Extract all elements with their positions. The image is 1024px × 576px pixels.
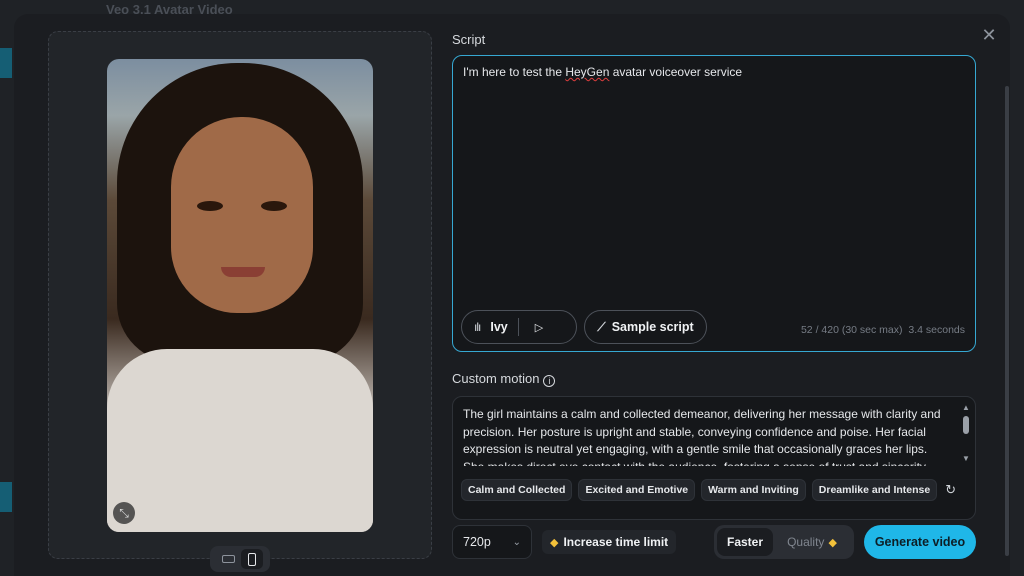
- waveform-icon: ılı: [474, 320, 481, 334]
- modal-scrollbar[interactable]: [1005, 86, 1009, 556]
- quality-label: Quality: [787, 535, 825, 549]
- divider: [517, 318, 519, 336]
- landscape-ratio-button[interactable]: [217, 549, 239, 569]
- misspelled-word: HeyGen: [565, 65, 610, 79]
- chevron-down-icon: ⌄: [512, 536, 521, 548]
- info-icon[interactable]: i: [543, 375, 556, 387]
- diamond-icon: ◆: [828, 536, 837, 549]
- sample-script-label: Sample script: [611, 320, 694, 334]
- script-label: Script: [452, 32, 486, 47]
- face-shape: [171, 117, 313, 313]
- increase-time-limit-label: Increase time limit: [563, 535, 669, 549]
- voice-name: Ivy: [490, 320, 508, 334]
- sample-script-button[interactable]: ⟋ Sample script: [584, 310, 707, 344]
- motion-scrollbar[interactable]: ▲ ▼: [961, 403, 971, 463]
- motion-presets: Calm and Collected Excited and Emotive W…: [461, 479, 956, 501]
- shirt-shape: [107, 349, 373, 532]
- avatar-image: ⤡: [107, 59, 373, 532]
- custom-motion-label-text: Custom motion: [452, 371, 540, 386]
- script-text-part: I'm here to test the: [463, 65, 566, 79]
- faster-option[interactable]: Faster: [717, 528, 773, 556]
- duration-text: 3.4 seconds: [908, 324, 965, 336]
- diamond-icon: ◆: [550, 536, 559, 549]
- portrait-ratio-button[interactable]: [241, 549, 263, 569]
- script-text: I'm here to test the HeyGen avatar voice…: [463, 65, 742, 79]
- preset-chip[interactable]: Excited and Emotive: [578, 479, 696, 501]
- play-icon[interactable]: ▷: [535, 321, 543, 334]
- mouth-shape: [221, 267, 265, 277]
- script-textarea[interactable]: I'm here to test the HeyGen avatar voice…: [452, 55, 976, 352]
- aspect-ratio-toggle: [210, 546, 270, 572]
- eye-shape: [197, 201, 223, 211]
- scroll-up-icon[interactable]: ▲: [962, 403, 970, 412]
- increase-time-limit-button[interactable]: ◆ Increase time limit: [542, 530, 677, 554]
- resolution-select[interactable]: 720p ⌄: [452, 525, 532, 559]
- voice-selector[interactable]: ılı Ivy ▷: [461, 310, 577, 344]
- scroll-down-icon[interactable]: ▼: [962, 454, 970, 463]
- refresh-icon[interactable]: ↻: [945, 482, 956, 498]
- background-accent: [0, 48, 12, 78]
- landscape-icon: [221, 555, 235, 563]
- faster-label: Faster: [726, 535, 764, 549]
- preset-chip[interactable]: Calm and Collected: [461, 479, 573, 501]
- custom-motion-box[interactable]: The girl maintains a calm and collected …: [452, 396, 976, 520]
- generate-video-button[interactable]: Generate video: [864, 525, 976, 559]
- collapse-icon[interactable]: ⤡: [113, 502, 135, 524]
- resolution-value: 720p: [463, 535, 491, 549]
- close-icon[interactable]: ✕: [980, 26, 998, 44]
- generate-video-modal: ✕ ⤡ Script I'm here to test the HeyGen a…: [14, 14, 1010, 576]
- custom-motion-label: Custom motion i: [452, 371, 556, 387]
- avatar-preview-panel: ⤡: [48, 31, 432, 572]
- magic-wand-icon: ⟋: [597, 319, 606, 334]
- character-count: 52 / 420 (30 sec max) 3.4 seconds: [801, 324, 965, 336]
- preset-chip[interactable]: Warm and Inviting: [701, 479, 806, 501]
- speed-quality-toggle: Faster Quality ◆: [714, 525, 854, 559]
- custom-motion-text[interactable]: The girl maintains a calm and collected …: [463, 406, 951, 466]
- character-count-text: 52 / 420 (30 sec max): [800, 324, 903, 336]
- preset-chip[interactable]: Dreamlike and Intense: [811, 479, 938, 501]
- scroll-thumb[interactable]: [963, 416, 969, 434]
- script-text-part: avatar voiceover service: [609, 65, 743, 79]
- bottom-controls: 720p ⌄ ◆ Increase time limit Faster Qual…: [452, 524, 976, 560]
- background-accent: [0, 482, 12, 512]
- portrait-icon: [248, 552, 256, 566]
- eye-shape: [261, 201, 287, 211]
- quality-option[interactable]: Quality ◆: [773, 528, 851, 556]
